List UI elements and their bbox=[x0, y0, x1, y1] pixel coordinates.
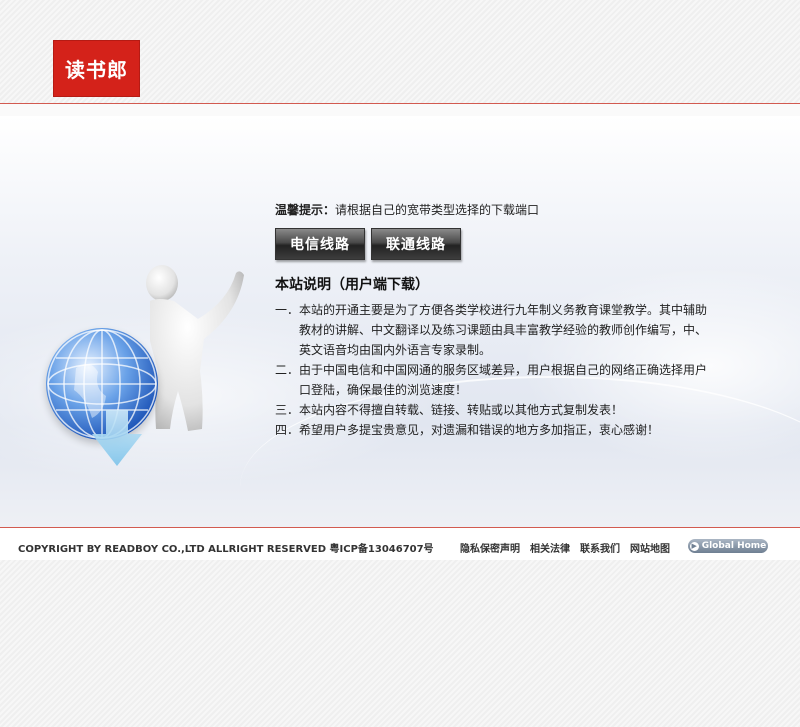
section-title: 本站说明（用户端下载） bbox=[275, 277, 429, 293]
line-select-buttons: 电信线路 联通线路 bbox=[275, 228, 725, 260]
sitemap-link[interactable]: 网站地图 bbox=[630, 540, 670, 555]
header-spacer bbox=[0, 104, 800, 116]
play-circle-icon: ▶ bbox=[689, 541, 699, 551]
tip-text: 请根据自己的宽带类型选择的下载端口 bbox=[335, 203, 540, 217]
telecom-line-button[interactable]: 电信线路 bbox=[275, 228, 365, 260]
download-arrow-icon bbox=[92, 410, 142, 466]
footer: COPYRIGHT BY READBOY CO.,LTD ALLRIGHT RE… bbox=[0, 528, 800, 560]
tip-label: 温馨提示： bbox=[275, 203, 336, 217]
download-info: 温馨提示：请根据自己的宽带类型选择的下载端口 电信线路 联通线路 本站说明（用户… bbox=[275, 201, 725, 440]
contact-link[interactable]: 联系我们 bbox=[580, 540, 620, 555]
privacy-link[interactable]: 隐私保密声明 bbox=[460, 540, 520, 555]
list-item: 四．希望用户多提宝贵意见，对遗漏和错误的地方多加指正，衷心感谢！ bbox=[275, 423, 660, 437]
footer-links: 隐私保密声明 相关法律 联系我们 网站地图 bbox=[460, 540, 670, 555]
legal-link[interactable]: 相关法律 bbox=[530, 540, 570, 555]
readboy-logo[interactable]: 读书郎 bbox=[53, 40, 140, 97]
list-item: 三．本站内容不得擅自转载、链接、转贴或以其他方式复制发表！ bbox=[275, 403, 624, 417]
global-home-button[interactable]: ▶ Global Home bbox=[688, 539, 768, 553]
list-item: 二．由于中国电信和中国网通的服务区域差异，用户根据自己的网络正确选择用户口登陆，… bbox=[275, 363, 708, 397]
main-banner: 温馨提示：请根据自己的宽带类型选择的下载端口 电信线路 联通线路 本站说明（用户… bbox=[0, 116, 800, 527]
header: 读书郎 bbox=[0, 0, 800, 103]
unicom-line-button[interactable]: 联通线路 bbox=[371, 228, 461, 260]
notes-list: 一．本站的开通主要是为了方便各类学校进行九年制义务教育课堂教学。其中辅助教材的讲… bbox=[275, 300, 725, 440]
global-home-label: Global Home bbox=[701, 541, 767, 551]
copyright-text: COPYRIGHT BY READBOY CO.,LTD ALLRIGHT RE… bbox=[18, 544, 434, 555]
tip-line: 温馨提示：请根据自己的宽带类型选择的下载端口 bbox=[275, 201, 725, 218]
list-item: 一．本站的开通主要是为了方便各类学校进行九年制义务教育课堂教学。其中辅助教材的讲… bbox=[275, 303, 708, 357]
